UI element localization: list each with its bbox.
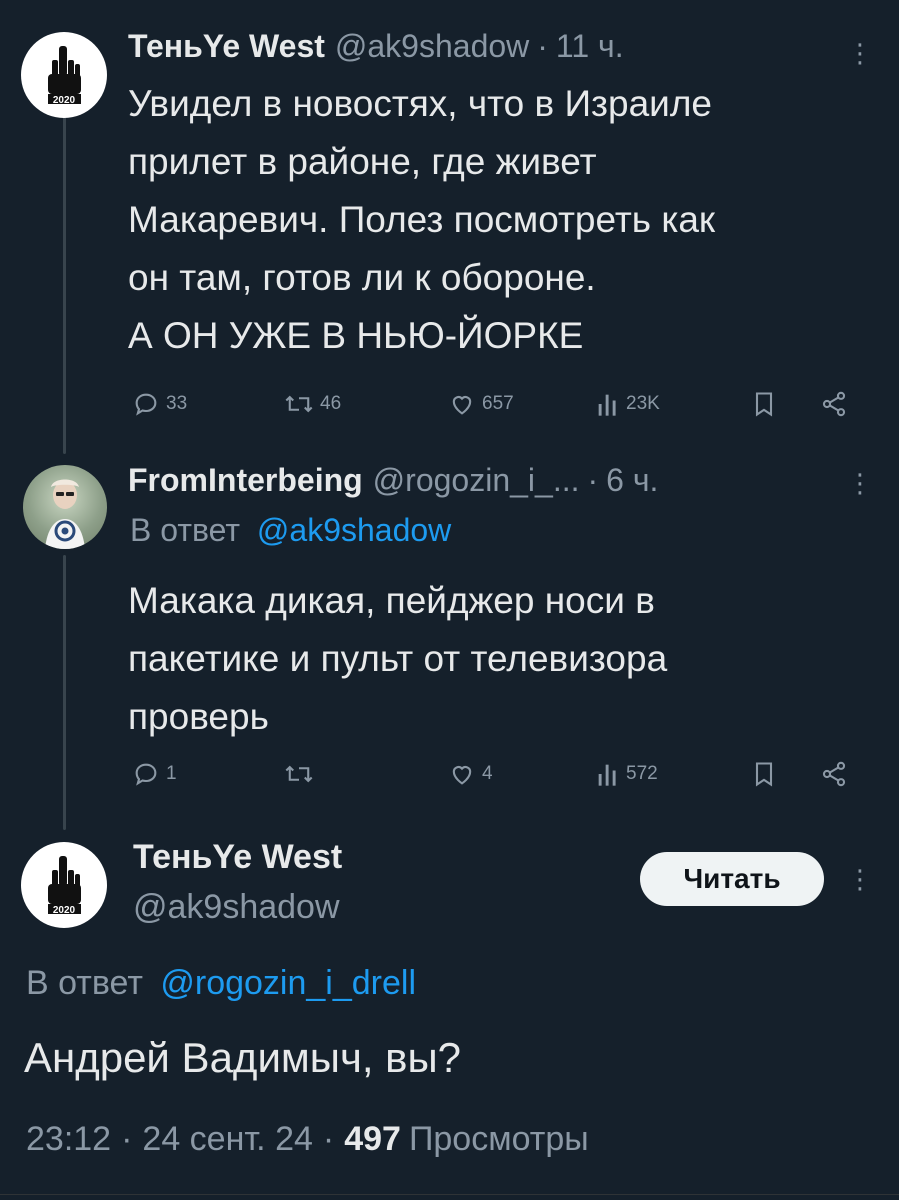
views-label: Просмотры (408, 1120, 589, 1158)
like-button[interactable]: 657 (448, 390, 514, 418)
more-options-icon[interactable]: ⋮ (847, 470, 873, 496)
bookmark-icon (755, 762, 773, 787)
retweet-count: 46 (320, 393, 342, 414)
tweet1-header: ТеньYe West @ak9shadow · 11 ч. (128, 28, 624, 68)
reply-icon (135, 763, 157, 786)
view-count: 572 (626, 763, 658, 784)
retweet-icon (285, 395, 313, 413)
text-line: Макаревич. Полез посмотреть как (128, 199, 716, 240)
reply-button[interactable]: 1 (132, 760, 177, 788)
like-count: 657 (482, 393, 514, 414)
dot-separator: · (322, 1120, 335, 1158)
bookmark-button[interactable] (752, 760, 776, 788)
reply-prefix: В ответ (130, 512, 241, 548)
reply-context: В ответ @rogozin_i_drell (26, 964, 416, 1003)
thread-line-1 (63, 112, 66, 454)
middle-finger-2020-logo-icon: 2020 (48, 856, 81, 916)
retweet-button[interactable] (284, 760, 320, 788)
handle[interactable]: @ak9shadow (335, 28, 529, 65)
display-name[interactable]: ТеньYe West (133, 838, 342, 877)
bookmark-button[interactable] (752, 390, 776, 418)
middle-finger-2020-logo-icon: 2020 (48, 46, 81, 106)
profile-photo-icon (45, 479, 85, 549)
timestamp[interactable]: 11 ч. (556, 28, 624, 65)
reply-context: В ответ @ak9shadow (130, 512, 451, 549)
reply-button[interactable]: 33 (132, 390, 187, 418)
like-button[interactable]: 4 (448, 760, 493, 788)
mention-link[interactable]: @ak9shadow (257, 512, 451, 548)
text-line: А ОН УЖЕ В НЬЮ-ЙОРКЕ (128, 315, 584, 356)
text-line: пакетике и пульт от телевизора (128, 638, 668, 679)
dot-separator: · (121, 1120, 133, 1158)
text-line: Увидел в новостях, что в Израиле (128, 83, 713, 124)
avatar[interactable]: 2020 (21, 32, 107, 118)
tweet-meta: 23:12 · 24 сент. 24 · 497 Просмотры (26, 1120, 589, 1159)
divider (0, 1194, 899, 1195)
svg-text:2020: 2020 (53, 905, 76, 916)
heart-icon (452, 396, 472, 415)
share-icon (822, 761, 846, 787)
text-line: он там, готов ли к обороне. (128, 257, 596, 298)
dot-separator: · (537, 28, 548, 64)
bar-chart-icon (598, 394, 616, 416)
views-button[interactable]: 23K (596, 390, 660, 418)
text-line: прилет в районе, где живет (128, 141, 597, 182)
tweet-time[interactable]: 23:12 (26, 1120, 111, 1159)
reply-count: 33 (166, 393, 188, 414)
views-button[interactable]: 572 (596, 760, 658, 788)
display-name[interactable]: FromInterbeing (128, 462, 363, 499)
main-tweet-text: Андрей Вадимыч, вы? (24, 1034, 462, 1081)
reply-icon (135, 393, 157, 416)
bar-chart-icon (598, 764, 616, 786)
share-icon (822, 391, 846, 417)
tweet2-header: FromInterbeing @rogozin_i_... · 6 ч. (128, 462, 658, 502)
tweet-text: Увидел в новостях, что в Израиле прилет … (128, 75, 868, 365)
avatar[interactable]: 2020 (21, 842, 107, 928)
timestamp[interactable]: 6 ч. (606, 462, 658, 499)
handle[interactable]: @ak9shadow (133, 888, 340, 927)
tweet-date[interactable]: 24 сент. 24 (142, 1120, 312, 1159)
thread-line-2 (63, 555, 66, 830)
follow-button[interactable]: Читать (640, 852, 824, 906)
share-button[interactable] (820, 760, 848, 788)
retweet-icon (285, 765, 313, 783)
avatar[interactable] (23, 465, 107, 549)
more-options-icon[interactable]: ⋮ (847, 40, 873, 66)
views-count[interactable]: 497 (344, 1120, 401, 1159)
retweet-button[interactable]: 46 (284, 390, 341, 418)
mention-link[interactable]: @rogozin_i_drell (160, 964, 416, 1002)
text-line: проверь (128, 696, 269, 737)
reply-count: 1 (166, 763, 177, 784)
share-button[interactable] (820, 390, 848, 418)
text-line: Макака дикая, пейджер носи в (128, 580, 655, 621)
display-name[interactable]: ТеньYe West (128, 28, 325, 65)
handle[interactable]: @rogozin_i_... (373, 462, 580, 499)
heart-icon (452, 766, 472, 785)
reply-prefix: В ответ (26, 964, 143, 1002)
svg-text:2020: 2020 (53, 95, 76, 106)
like-count: 4 (482, 763, 493, 784)
bookmark-icon (755, 392, 773, 417)
tweet-text: Макака дикая, пейджер носи в пакетике и … (128, 572, 868, 746)
view-count: 23K (626, 393, 660, 414)
more-options-icon[interactable]: ⋮ (847, 866, 873, 892)
dot-separator: · (587, 462, 599, 498)
